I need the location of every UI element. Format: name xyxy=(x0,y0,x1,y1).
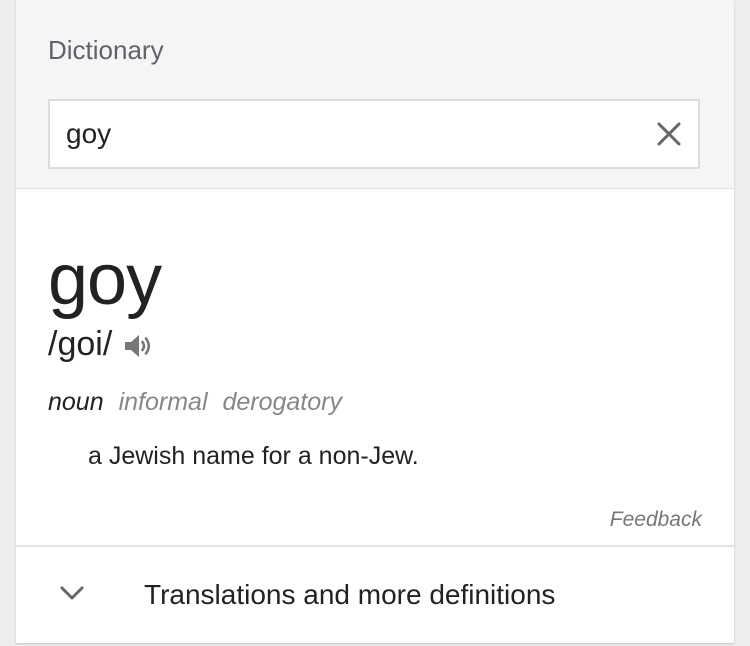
dictionary-title: Dictionary xyxy=(48,35,164,65)
search-input[interactable] xyxy=(66,101,626,167)
pronunciation-row: /goi/ xyxy=(48,322,154,366)
dictionary-card: Dictionary goy /goi/ noun informal derog… xyxy=(16,0,734,643)
definition-text: a Jewish name for a non-Jew. xyxy=(88,442,419,470)
more-definitions-button[interactable]: Translations and more definitions xyxy=(16,547,734,643)
usage-label-derogatory: derogatory xyxy=(222,388,342,416)
more-definitions-label: Translations and more definitions xyxy=(144,579,556,610)
feedback-link[interactable]: Feedback xyxy=(610,506,702,534)
dictionary-header: Dictionary xyxy=(16,0,734,189)
headword: goy xyxy=(48,240,162,320)
speaker-icon[interactable] xyxy=(122,330,154,362)
chevron-down-icon xyxy=(60,586,84,600)
part-of-speech-row: noun informal derogatory xyxy=(48,386,342,418)
search-box xyxy=(48,99,700,169)
phonetic-text: /goi/ xyxy=(48,325,113,363)
usage-label-informal: informal xyxy=(118,388,208,416)
part-of-speech: noun xyxy=(48,388,104,416)
close-icon[interactable] xyxy=(654,119,684,149)
